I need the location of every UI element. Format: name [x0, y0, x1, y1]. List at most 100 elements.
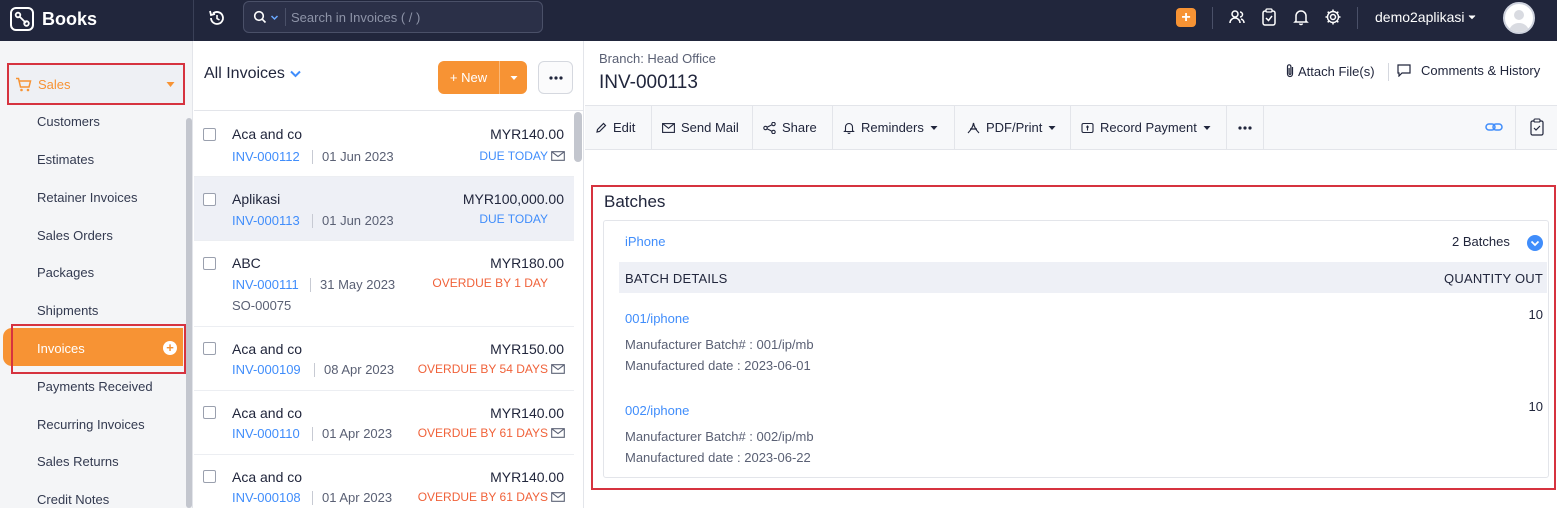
mail-icon — [551, 428, 565, 438]
invoice-amount: MYR140.00 — [490, 126, 564, 142]
topbar-divider — [193, 0, 194, 41]
highlight-frame — [11, 324, 186, 374]
user-avatar[interactable] — [1503, 2, 1535, 34]
pdf-print-dropdown[interactable]: PDF/Print — [955, 106, 1071, 149]
more-options-button[interactable] — [538, 61, 573, 94]
quick-create-button[interactable]: + — [1176, 8, 1196, 27]
chevron-down-icon — [1468, 15, 1475, 20]
separator — [314, 363, 315, 377]
app-logo[interactable]: Books — [9, 6, 97, 32]
record-payment-dropdown[interactable]: Record Payment — [1071, 106, 1227, 149]
invoice-list-panel: All Invoices + New Aca and co MYR140.00 … — [194, 41, 584, 508]
sidebar-item-payments-received[interactable]: Payments Received — [37, 379, 153, 394]
sidebar-item-shipments[interactable]: Shipments — [37, 303, 98, 318]
invoice-number[interactable]: INV-000113 — [232, 213, 300, 228]
sidebar-item-recurring-invoices[interactable]: Recurring Invoices — [37, 417, 145, 432]
new-button-label: New — [461, 70, 488, 85]
row-checkbox[interactable] — [203, 193, 216, 206]
checklist-icon[interactable] — [1530, 118, 1544, 136]
separator — [312, 427, 313, 441]
more-actions-button[interactable] — [1227, 106, 1264, 149]
row-checkbox[interactable] — [203, 342, 216, 355]
users-icon[interactable] — [1228, 8, 1246, 26]
caret-down-icon — [1203, 125, 1211, 130]
share-icon — [763, 121, 776, 134]
invoice-date: 01 Apr 2023 — [322, 490, 393, 505]
list-item[interactable]: Aca and co MYR150.00 INV-000109 08 Apr 2… — [194, 327, 574, 391]
more-dots-icon — [548, 75, 563, 80]
status-badge: DUE TODAY — [479, 212, 548, 226]
list-item[interactable]: Aca and co MYR140.00 INV-000108 01 Apr 2… — [194, 455, 574, 515]
search-icon — [253, 10, 267, 24]
sidebar-item-packages[interactable]: Packages — [37, 265, 94, 280]
sidebar-scrollbar[interactable] — [186, 118, 192, 508]
row-checkbox[interactable] — [203, 128, 216, 141]
invoice-number[interactable]: INV-000112 — [232, 149, 300, 164]
attach-files-button[interactable]: Attach File(s) — [1285, 63, 1375, 79]
list-item[interactable]: Aca and co MYR140.00 INV-000110 01 Apr 2… — [194, 391, 574, 455]
row-checkbox[interactable] — [203, 470, 216, 483]
caret-down-icon — [166, 82, 175, 87]
paperclip-icon — [1286, 64, 1294, 78]
list-item[interactable]: ABC MYR180.00 INV-000111 31 May 2023 OVE… — [194, 241, 574, 327]
link-icon[interactable] — [1485, 121, 1503, 133]
status-badge: DUE TODAY — [479, 149, 548, 163]
invoice-date: 08 Apr 2023 — [324, 362, 395, 377]
sidebar-item-sales-returns[interactable]: Sales Returns — [37, 454, 119, 469]
view-selector[interactable]: All Invoices — [204, 65, 301, 83]
chevron-down-icon — [270, 14, 279, 20]
list-title: All Invoices — [204, 65, 285, 82]
invoice-date: 01 Jun 2023 — [322, 149, 394, 164]
new-button-main[interactable]: + New — [438, 61, 500, 94]
mail-icon — [551, 364, 565, 374]
send-mail-button[interactable]: Send Mail — [652, 106, 753, 149]
invoice-date: 01 Jun 2023 — [322, 213, 394, 228]
customer-name: Aca and co — [232, 469, 303, 485]
mail-icon — [551, 151, 565, 161]
action-toolbar: Edit Send Mail Share Reminders PDF/Print… — [585, 105, 1557, 150]
list-item[interactable]: Aplikasi MYR100,000.00 INV-000113 01 Jun… — [194, 177, 574, 241]
separator — [312, 214, 313, 228]
new-button-dropdown[interactable] — [500, 75, 527, 81]
search-input[interactable] — [286, 9, 526, 25]
reminders-label: Reminders — [861, 120, 924, 135]
search-scope-dropdown[interactable] — [244, 8, 286, 26]
comments-history-button[interactable]: Comments & History — [1397, 63, 1540, 78]
organization-switcher[interactable]: demo2aplikasi — [1375, 9, 1476, 25]
sidebar-item-credit-notes[interactable]: Credit Notes — [37, 492, 109, 507]
notifications-bell-icon[interactable] — [1293, 8, 1309, 26]
invoice-date: 01 Apr 2023 — [322, 426, 393, 441]
reminders-dropdown[interactable]: Reminders — [833, 106, 955, 149]
sidebar-item-estimates[interactable]: Estimates — [37, 152, 94, 167]
row-checkbox[interactable] — [203, 257, 216, 270]
list-scrollbar[interactable] — [574, 112, 582, 162]
shopping-cart-icon — [16, 77, 32, 91]
edit-label: Edit — [613, 120, 636, 135]
search-box[interactable] — [243, 1, 543, 33]
status-badge: OVERDUE BY 1 DAY — [432, 276, 548, 290]
invoice-number[interactable]: INV-000111 — [232, 277, 299, 292]
sidebar-item-retainer-invoices[interactable]: Retainer Invoices — [37, 190, 137, 205]
more-dots-icon — [1238, 125, 1252, 130]
invoice-amount: MYR140.00 — [490, 405, 564, 421]
tasks-icon[interactable] — [1261, 8, 1277, 26]
page-title: INV-000113 — [599, 72, 698, 93]
new-invoice-button[interactable]: + New — [438, 61, 527, 94]
sidebar-section-label: Sales — [38, 76, 71, 92]
settings-gear-icon[interactable] — [1324, 8, 1342, 26]
share-button[interactable]: Share — [753, 106, 833, 149]
sidebar-section-sales[interactable]: Sales — [7, 63, 185, 105]
recent-history-icon[interactable] — [206, 7, 228, 29]
separator — [312, 150, 313, 164]
invoice-number[interactable]: INV-000110 — [232, 426, 300, 441]
row-checkbox[interactable] — [203, 406, 216, 419]
edit-button[interactable]: Edit — [585, 106, 652, 149]
topbar-separator — [1212, 7, 1213, 29]
invoice-number[interactable]: INV-000108 — [232, 490, 301, 505]
sidebar-item-sales-orders[interactable]: Sales Orders — [37, 228, 113, 243]
payment-icon — [1081, 122, 1094, 133]
list-item[interactable]: Aca and co MYR140.00 INV-000112 01 Jun 2… — [194, 112, 574, 177]
caret-down-icon — [930, 125, 938, 130]
invoice-number[interactable]: INV-000109 — [232, 362, 301, 377]
sidebar-item-customers[interactable]: Customers — [37, 114, 100, 129]
